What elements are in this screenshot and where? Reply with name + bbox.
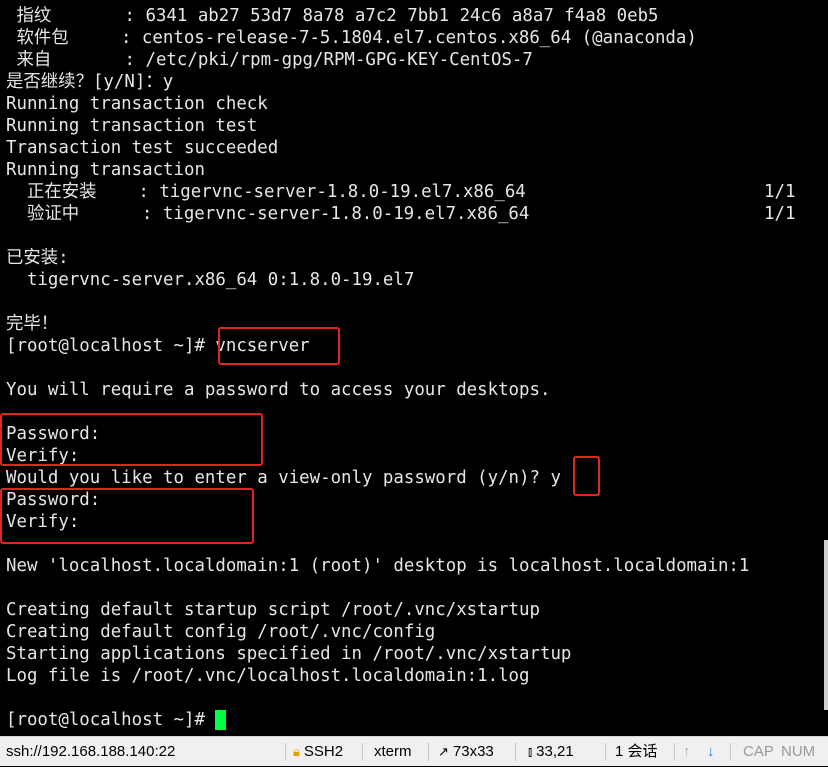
resize-icon: ↗ bbox=[438, 744, 449, 759]
session-count: 1 会话 bbox=[615, 743, 658, 760]
verify-progress: 1/1 bbox=[764, 204, 796, 224]
install-progress: 1/1 bbox=[764, 182, 796, 202]
terminal-line: Log file is /root/.vnc/localhost.localdo… bbox=[6, 666, 530, 686]
terminal-line: 验证中 : tigervnc-server-1.8.0-19.el7.x86_6… bbox=[6, 204, 530, 224]
arrow-down-icon[interactable]: ↓ bbox=[707, 737, 715, 767]
terminal-line: New 'localhost.localdomain:1 (root)' des… bbox=[6, 556, 750, 576]
terminal-type: xterm bbox=[374, 743, 412, 760]
terminal-line: Would you like to enter a view-only pass… bbox=[6, 468, 561, 488]
cursor-position: ⫾ 33,21 bbox=[528, 743, 574, 760]
connection-address: ssh://192.168.188.140:22 bbox=[6, 743, 176, 760]
divider bbox=[674, 743, 675, 761]
status-bar: ssh://192.168.188.140:22 🔒︎ SSH2 xterm ↗ 7… bbox=[0, 736, 828, 766]
divider bbox=[285, 743, 286, 761]
lock-icon: 🔒︎ bbox=[293, 744, 300, 759]
highlight-vncserver-command bbox=[218, 327, 340, 365]
terminal-line: 软件包 : centos-release-7-5.1804.el7.centos… bbox=[6, 28, 697, 48]
divider bbox=[428, 743, 429, 761]
cursor-position-icon: ⫾ bbox=[528, 744, 533, 759]
divider bbox=[730, 743, 731, 761]
terminal-line: 正在安装 : tigervnc-server-1.8.0-19.el7.x86_… bbox=[6, 182, 526, 202]
terminal-line: Creating default config /root/.vnc/confi… bbox=[6, 622, 436, 642]
highlight-password-prompt-2 bbox=[0, 488, 254, 544]
divider bbox=[605, 743, 606, 761]
terminal-line: 已安装: bbox=[6, 248, 69, 268]
divider bbox=[515, 743, 516, 761]
divider bbox=[362, 743, 363, 761]
caps-lock-indicator: CAP bbox=[743, 743, 774, 760]
terminal-line: Transaction test succeeded bbox=[6, 138, 279, 158]
terminal-line: 来自 : /etc/pki/rpm-gpg/RPM-GPG-KEY-CentOS… bbox=[6, 50, 533, 70]
terminal-line: You will require a password to access yo… bbox=[6, 380, 551, 400]
arrow-up-icon[interactable]: ↑ bbox=[683, 737, 691, 767]
terminal-size: ↗ 73x33 bbox=[438, 743, 494, 760]
terminal-line: Creating default startup script /root/.v… bbox=[6, 600, 540, 620]
terminal-line: Running transaction bbox=[6, 160, 205, 180]
terminal-line: Running transaction test bbox=[6, 116, 258, 136]
highlight-view-only-answer bbox=[573, 456, 600, 496]
terminal-line: tigervnc-server.x86_64 0:1.8.0-19.el7 bbox=[6, 270, 415, 290]
terminal-line: 是否继续？[y/N]：y bbox=[6, 72, 174, 92]
num-lock-indicator: NUM bbox=[781, 743, 816, 760]
prompt-line[interactable]: [root@localhost ~]# bbox=[6, 709, 227, 731]
text-cursor bbox=[215, 710, 227, 730]
highlight-password-prompt-1 bbox=[0, 413, 263, 466]
terminal-line: 完毕！ bbox=[6, 314, 59, 334]
terminal-line: 指纹 : 6341 ab27 53d7 8a78 a7c2 7bb1 24c6 … bbox=[6, 6, 659, 26]
terminal-line: Starting applications specified in /root… bbox=[6, 644, 572, 664]
scrollbar[interactable] bbox=[824, 540, 828, 710]
terminal-line: Running transaction check bbox=[6, 94, 268, 114]
protocol-indicator: 🔒︎ SSH2 bbox=[293, 743, 344, 760]
prompt-text: [root@localhost ~]# bbox=[6, 710, 216, 730]
terminal-window[interactable]: 指纹 : 6341 ab27 53d7 8a78 a7c2 7bb1 24c6 … bbox=[0, 0, 828, 736]
